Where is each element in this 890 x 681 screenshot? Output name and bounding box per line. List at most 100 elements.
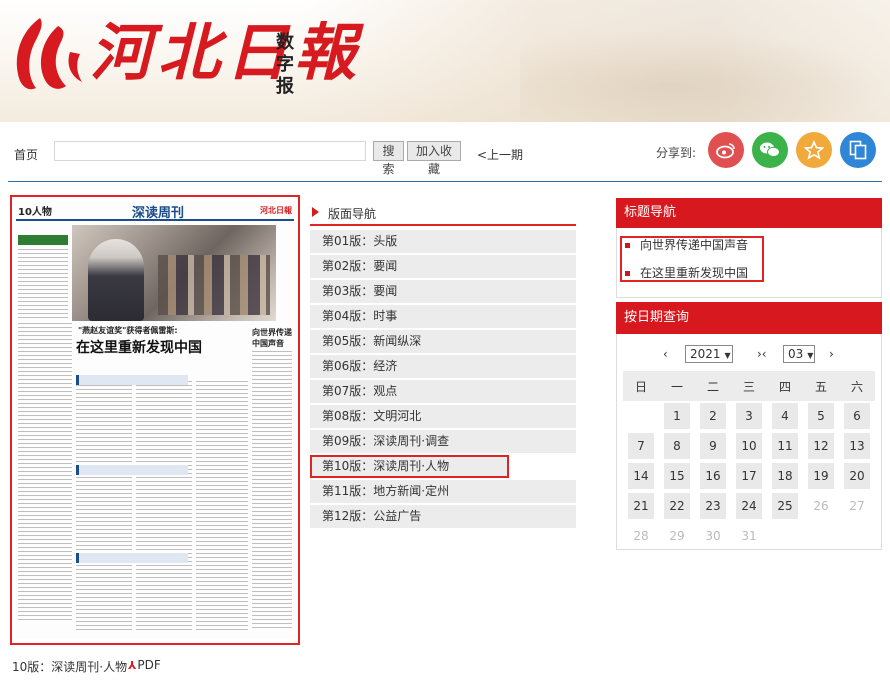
calendar-day[interactable]: 7 xyxy=(628,433,654,459)
edition-item-10[interactable]: 第10版：深读周刊·人物 xyxy=(310,455,509,478)
edition-item-09[interactable]: 第09版：深读周刊·调查 xyxy=(310,430,576,453)
month-select[interactable]: 03 ▼ xyxy=(783,345,815,363)
calendar-day[interactable]: 2 xyxy=(700,403,726,429)
month-nav-button[interactable]: ›‹ xyxy=(757,347,767,361)
share-label: 分享到: xyxy=(656,146,697,160)
newspaper-page-preview[interactable]: 10人物 深读周刊 河北日報 "燕赵友谊奖"获得者佩雷斯: 在这里重新发现中国 … xyxy=(10,195,300,645)
calendar-day-disabled: 30 xyxy=(705,529,721,543)
calendar-cell-wrap: 15 xyxy=(659,461,695,491)
calendar-weekday: 四 xyxy=(778,379,791,394)
toolbar: 首页 搜索 加入收藏 <上一期 分享到: xyxy=(0,122,890,182)
calendar-week-row: 21 22 23 24 25 26 27 xyxy=(623,491,875,521)
prev-year-button[interactable]: ‹ xyxy=(663,347,668,361)
search-input[interactable] xyxy=(54,141,366,161)
edition-nav-title: 版面导航 xyxy=(328,207,377,221)
edition-item-11[interactable]: 第11版：地方新闻·定州 xyxy=(310,480,576,503)
calendar-cell-wrap: 13 xyxy=(839,431,875,461)
paper-headline[interactable]: 在这里重新发现中国 xyxy=(76,339,256,357)
calendar-weekday: 五 xyxy=(814,379,827,394)
calendar-cell-wrap: 16 xyxy=(695,461,731,491)
calendar-cell-wrap: 12 xyxy=(803,431,839,461)
calendar-cell-wrap: 4 xyxy=(767,401,803,431)
next-month-button[interactable]: › xyxy=(829,347,834,361)
calendar-cell-wrap: 28 xyxy=(623,521,659,551)
paper-kicker: "燕赵友谊奖"获得者佩雷斯: xyxy=(78,326,178,335)
edition-item-04[interactable]: 第04版：时事 xyxy=(310,305,576,328)
paper-text-block xyxy=(252,351,292,631)
wechat-icon xyxy=(760,142,780,158)
calendar-day-disabled: 29 xyxy=(669,529,685,543)
edition-item-07[interactable]: 第07版：观点 xyxy=(310,380,576,403)
edition-item-06[interactable]: 第06版：经济 xyxy=(310,355,576,378)
add-favorite-button[interactable]: 加入收藏 xyxy=(407,141,461,176)
calendar-day[interactable]: 23 xyxy=(700,493,726,519)
home-link[interactable]: 首页 xyxy=(14,146,38,163)
calendar-day[interactable]: 6 xyxy=(844,403,870,429)
calendar-cell-wrap: 9 xyxy=(695,431,731,461)
calendar-day[interactable]: 15 xyxy=(664,463,690,489)
calendar-day[interactable]: 21 xyxy=(628,493,654,519)
calendar-day[interactable]: 19 xyxy=(808,463,834,489)
calendar-day[interactable]: 11 xyxy=(772,433,798,459)
header-banner: 河北日報 数字报 xyxy=(0,0,890,122)
calendar-day[interactable]: 22 xyxy=(664,493,690,519)
calendar-week-row: 28 29 30 31 xyxy=(623,521,875,551)
calendar-day-disabled: 28 xyxy=(633,529,649,543)
logo-icon xyxy=(16,18,82,90)
edition-nav: 版面导航 第01版：头版 第02版：要闻 第03版：要闻 第04版：时事 第05… xyxy=(310,200,576,528)
logo-text: 河北日報 xyxy=(90,16,363,89)
edition-item-03[interactable]: 第03版：要闻 xyxy=(310,280,576,303)
edition-nav-header: 版面导航 xyxy=(310,200,576,226)
calendar-cell-wrap: 29 xyxy=(659,521,695,551)
title-nav-highlight xyxy=(620,236,764,282)
calendar-day[interactable]: 14 xyxy=(628,463,654,489)
triangle-right-icon xyxy=(312,207,319,217)
calendar-day[interactable]: 25 xyxy=(772,493,798,519)
edition-item-01[interactable]: 第01版：头版 xyxy=(310,230,576,253)
share-weibo-button[interactable] xyxy=(708,132,744,168)
calendar-day[interactable]: 4 xyxy=(772,403,798,429)
calendar-weekday: 日 xyxy=(634,379,647,394)
date-search: 按日期查询 ‹ 2021 ▼ ›‹ 03 ▼ › 日一二三四五六1234567891… xyxy=(616,302,882,550)
calendar-day-disabled: 31 xyxy=(741,529,757,543)
current-page-label: 10版：深读周刊·人物 xyxy=(12,660,128,674)
share-wechat-button[interactable] xyxy=(752,132,788,168)
edition-item-08[interactable]: 第08版：文明河北 xyxy=(310,405,576,428)
calendar-day[interactable]: 24 xyxy=(736,493,762,519)
paper-side-headline[interactable]: 向世界传递中国声音 xyxy=(252,327,294,349)
calendar-day[interactable]: 3 xyxy=(736,403,762,429)
calendar-day[interactable]: 13 xyxy=(844,433,870,459)
edition-item-02[interactable]: 第02版：要闻 xyxy=(310,255,576,278)
calendar-day[interactable]: 18 xyxy=(772,463,798,489)
calendar-controls: ‹ 2021 ▼ ›‹ 03 ▼ › xyxy=(617,345,881,365)
share-favorite-button[interactable] xyxy=(796,132,832,168)
calendar-weekday: 六 xyxy=(850,379,863,394)
calendar-cell-wrap: 6 xyxy=(839,401,875,431)
photo-group xyxy=(158,255,270,315)
calendar-day[interactable]: 12 xyxy=(808,433,834,459)
year-select[interactable]: 2021 ▼ xyxy=(685,345,733,363)
share-copy-button[interactable] xyxy=(840,132,876,168)
paper-column-tag xyxy=(18,235,68,245)
calendar-day[interactable]: 10 xyxy=(736,433,762,459)
calendar-day[interactable]: 9 xyxy=(700,433,726,459)
month-select-value: 03 xyxy=(788,347,804,361)
previous-issue-link[interactable]: <上一期 xyxy=(477,146,523,163)
paper-text-block xyxy=(18,249,68,319)
paper-photo[interactable] xyxy=(72,225,276,321)
calendar-cell-wrap: 20 xyxy=(839,461,875,491)
calendar-day[interactable]: 5 xyxy=(808,403,834,429)
calendar-day[interactable]: 17 xyxy=(736,463,762,489)
pdf-download-link[interactable]: ⅄PDF xyxy=(128,658,161,672)
search-button[interactable]: 搜索 xyxy=(373,141,404,176)
calendar-day[interactable]: 20 xyxy=(844,463,870,489)
edition-item-12[interactable]: 第12版：公益广告 xyxy=(310,505,576,528)
weibo-icon xyxy=(716,143,735,159)
calendar-cell-wrap xyxy=(767,521,803,551)
calendar-week-row: 14 15 16 17 18 19 20 xyxy=(623,461,875,491)
calendar-day[interactable]: 1 xyxy=(664,403,690,429)
calendar-week-row: 7 8 9 10 11 12 13 xyxy=(623,431,875,461)
edition-item-05[interactable]: 第05版：新闻纵深 xyxy=(310,330,576,353)
calendar-day[interactable]: 16 xyxy=(700,463,726,489)
calendar-day[interactable]: 8 xyxy=(664,433,690,459)
